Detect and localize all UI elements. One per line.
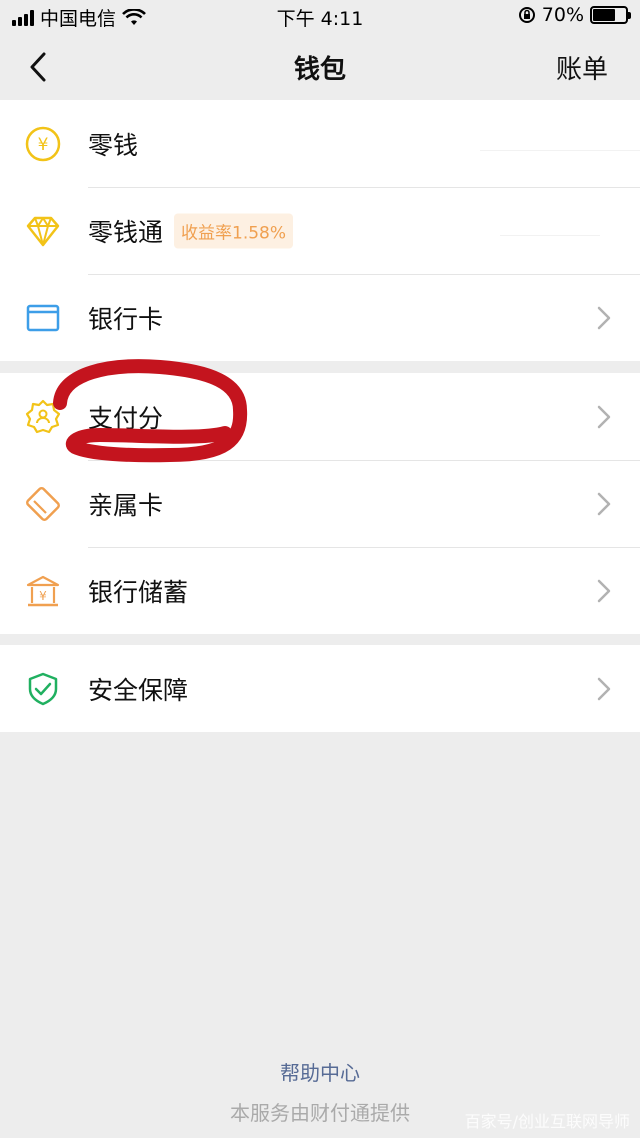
family-card-icon (26, 486, 60, 521)
faint-divider (480, 150, 640, 151)
row-change-label: 零钱 (88, 130, 139, 160)
chevron-right-icon (597, 405, 611, 428)
row-family-card-label: 亲属卡 (88, 490, 164, 520)
rotation-lock-icon (518, 7, 535, 23)
chevron-right-icon (597, 492, 611, 515)
help-center-link[interactable]: 帮助中心 (0, 1057, 640, 1086)
chevron-right-icon (597, 306, 611, 329)
faint-divider (500, 235, 600, 236)
watermark-text: 百家号/创业互联网导师 (464, 1112, 630, 1131)
battery-icon (590, 6, 631, 24)
bank-card-icon (26, 304, 60, 331)
bank-savings-icon: ¥ (26, 575, 60, 606)
diamond-icon (26, 216, 60, 246)
battery-percent: 70% (541, 4, 584, 26)
page-title: 钱包 (293, 55, 346, 85)
row-security-label: 安全保障 (88, 675, 189, 705)
bill-button[interactable]: 账单 (556, 49, 608, 86)
row-bank-savings-label: 银行储蓄 (88, 577, 189, 607)
row-bank-card[interactable]: 银行卡 (0, 274, 640, 361)
row-change[interactable]: ¥ 零钱 (0, 100, 640, 187)
svg-text:¥: ¥ (39, 589, 47, 603)
nav-bar: 钱包 账单 (0, 32, 640, 100)
wallet-group-funds: ¥ 零钱 零钱通 收益率1.58% 银行卡 (0, 100, 640, 361)
wallet-group-security: 安全保障 (0, 645, 640, 732)
row-pay-score[interactable]: 支付分 (0, 373, 640, 460)
chevron-right-icon (597, 579, 611, 602)
row-pay-score-label: 支付分 (88, 403, 164, 433)
wallet-group-services: 支付分 亲属卡 ¥ 银行储蓄 (0, 373, 640, 634)
row-change-pass[interactable]: 零钱通 收益率1.58% (0, 187, 640, 274)
pay-score-badge-icon (25, 399, 61, 433)
row-bank-savings[interactable]: ¥ 银行储蓄 (0, 547, 640, 634)
yield-rate-badge: 收益率1.58% (174, 213, 294, 248)
row-security[interactable]: 安全保障 (0, 645, 640, 732)
row-family-card[interactable]: 亲属卡 (0, 460, 640, 547)
chevron-right-icon (597, 677, 611, 700)
security-shield-icon (28, 672, 58, 705)
row-bank-card-label: 银行卡 (88, 304, 164, 334)
battery-fill (593, 9, 616, 21)
status-right: 70% (518, 4, 631, 26)
status-bar: 中国电信 下午 4:11 70% (0, 0, 640, 32)
yuan-coin-icon: ¥ (25, 126, 61, 161)
row-change-pass-label: 零钱通 (88, 217, 164, 247)
svg-text:¥: ¥ (38, 135, 49, 155)
